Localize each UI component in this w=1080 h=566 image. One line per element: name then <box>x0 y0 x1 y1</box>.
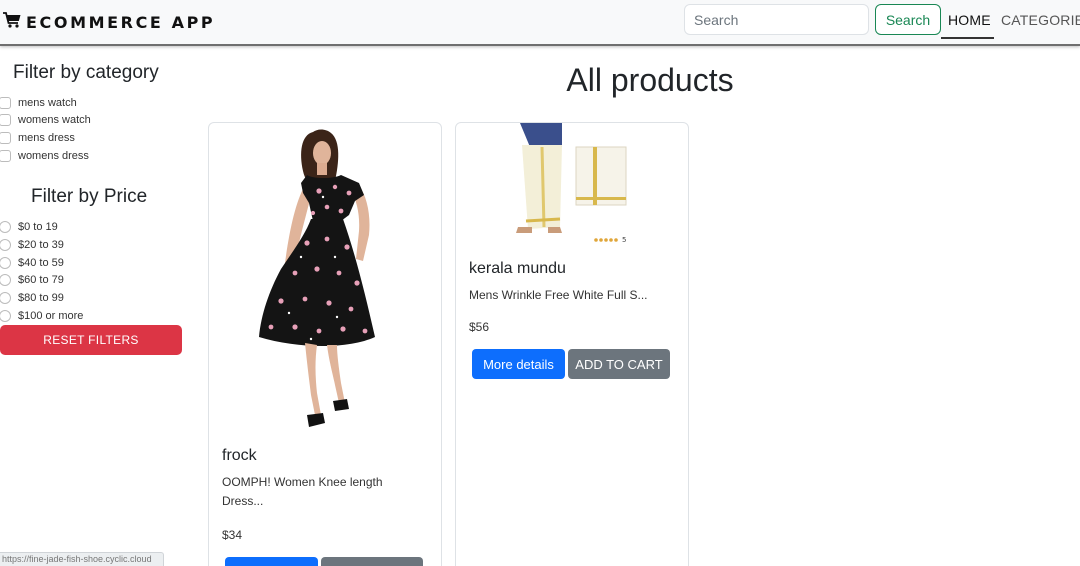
radio-button[interactable] <box>0 239 11 251</box>
product-price: $56 <box>469 320 490 334</box>
category-filter-item[interactable]: womens dress <box>0 149 89 163</box>
product-description: Mens Wrinkle Free White Full S... <box>469 288 648 302</box>
product-image-text: 5 <box>622 236 626 244</box>
category-filter-item[interactable]: womens watch <box>0 113 91 127</box>
product-description: OOMPH! Women Knee length Dress... <box>222 475 383 508</box>
price-label: $60 to 79 <box>18 274 64 286</box>
brand-link[interactable]: ECOMMERCE APP <box>2 11 215 34</box>
checkbox[interactable] <box>0 150 11 162</box>
add-to-cart-button[interactable]: ADD TO CART <box>321 557 423 566</box>
radio-button[interactable] <box>0 274 11 286</box>
active-nav-indicator <box>941 37 994 39</box>
category-filter-item[interactable]: mens dress <box>0 131 75 145</box>
price-label: $80 to 99 <box>18 292 64 304</box>
price-filter-title: Filter by Price <box>31 186 148 207</box>
category-label: mens watch <box>18 97 77 109</box>
price-label: $0 to 19 <box>18 221 58 233</box>
reset-filters-button[interactable]: RESET FILTERS <box>0 325 182 355</box>
category-label: mens dress <box>18 132 75 144</box>
price-filter-item[interactable]: $60 to 79 <box>0 273 64 287</box>
add-to-cart-button[interactable]: ADD TO CART <box>568 349 670 379</box>
price-label: $20 to 39 <box>18 239 64 251</box>
shopping-cart-icon <box>2 11 22 34</box>
radio-button[interactable] <box>0 292 11 304</box>
radio-button[interactable] <box>0 310 11 322</box>
search-input[interactable] <box>684 4 869 35</box>
checkbox[interactable] <box>0 114 11 126</box>
browser-status-url: https://fine-jade-fish-shoe.cyclic.cloud <box>0 552 164 566</box>
price-label: $40 to 59 <box>18 257 64 269</box>
navbar: ECOMMERCE APP Search HOME CATEGORIES <box>0 0 1080 46</box>
search-button[interactable]: Search <box>875 4 941 35</box>
product-card: frock OOMPH! Women Knee length Dress... … <box>208 122 442 566</box>
nav-link-home[interactable]: HOME <box>948 12 991 28</box>
price-label: $100 or more <box>18 310 84 322</box>
radio-button[interactable] <box>0 221 11 233</box>
price-filter-item[interactable]: $100 or more <box>0 309 83 323</box>
price-filter-item[interactable]: $80 to 99 <box>0 291 64 305</box>
price-filter-item[interactable]: $40 to 59 <box>0 256 64 270</box>
checkbox[interactable] <box>0 132 11 144</box>
price-filter-item[interactable]: $0 to 19 <box>0 220 58 234</box>
price-filter-item[interactable]: $20 to 39 <box>0 238 64 252</box>
product-name: frock <box>222 447 257 464</box>
product-price: $34 <box>222 528 243 542</box>
more-details-button[interactable]: More details <box>472 349 565 379</box>
category-filter-item[interactable]: mens watch <box>0 96 77 110</box>
category-filter-title: Filter by category <box>13 62 159 83</box>
category-label: womens watch <box>18 114 91 126</box>
page-title: All products <box>566 62 734 98</box>
product-image-kerala-mundu[interactable]: 5 <box>456 123 688 251</box>
radio-button[interactable] <box>0 257 11 269</box>
product-card: 5 kerala mundu Mens Wrinkle Free White F… <box>455 122 689 566</box>
product-image-frock[interactable] <box>209 123 441 439</box>
product-name: kerala mundu <box>469 260 566 277</box>
checkbox[interactable] <box>0 97 11 109</box>
category-label: womens dress <box>18 150 89 162</box>
nav-link-categories[interactable]: CATEGORIES <box>1001 12 1080 28</box>
more-details-button[interactable]: More details <box>225 557 318 566</box>
brand-name: ECOMMERCE APP <box>26 13 216 32</box>
